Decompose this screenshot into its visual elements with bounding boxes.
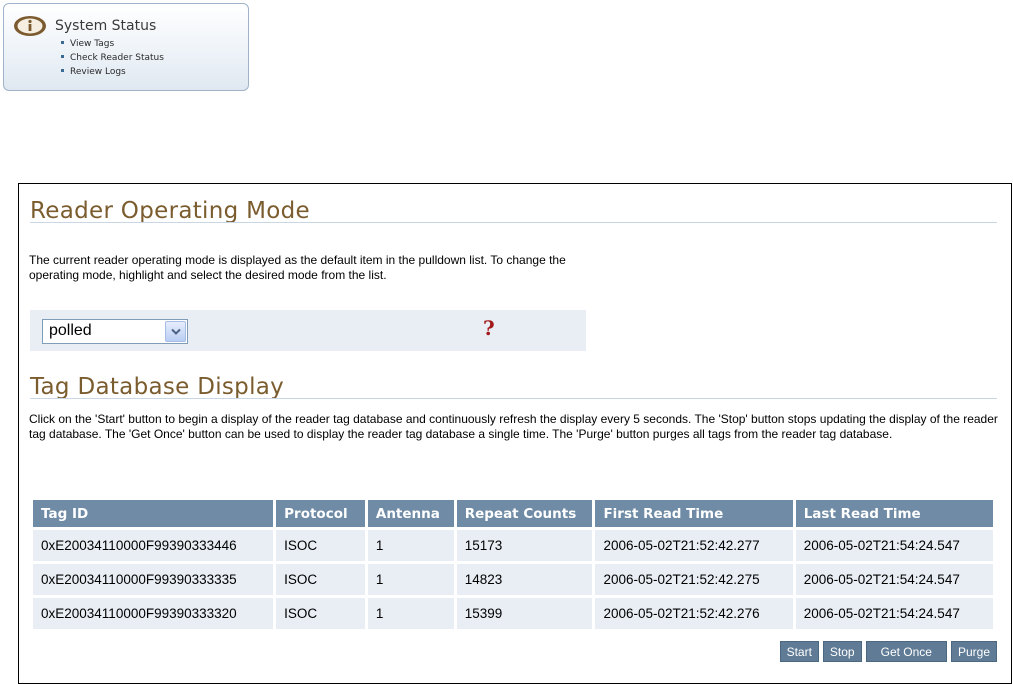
start-button[interactable]: Start	[779, 641, 819, 662]
system-status-panel: System Status View Tags Check Reader Sta…	[3, 3, 249, 91]
cell-antenna: 1	[367, 530, 454, 561]
bullet-icon	[61, 55, 64, 58]
table-row: 0xE20034110000F99390333320 ISOC 1 15399 …	[33, 598, 993, 629]
cell-repeat-counts: 15399	[456, 598, 593, 629]
cell-antenna: 1	[367, 598, 454, 629]
check-reader-status-link-text[interactable]: Check Reader Status	[70, 53, 164, 63]
cell-first-read-time: 2006-05-02T21:52:42.275	[595, 564, 793, 595]
cell-protocol: ISOC	[276, 598, 365, 629]
tag-db-button-row: Start Stop Get Once Purge	[779, 641, 997, 662]
cell-protocol: ISOC	[276, 564, 365, 595]
info-icon	[13, 15, 47, 37]
reader-mode-description: The current reader operating mode is dis…	[29, 253, 566, 282]
tag-db-heading: Tag Database Display	[30, 374, 285, 400]
col-repeat-counts: Repeat Counts	[456, 500, 593, 527]
check-reader-status-link[interactable]: Check Reader Status	[61, 51, 164, 65]
col-first-read-time: First Read Time	[595, 500, 793, 527]
cell-last-read-time: 2006-05-02T21:54:24.547	[795, 530, 993, 561]
cell-tag-id: 0xE20034110000F99390333335	[33, 564, 274, 595]
cell-tag-id: 0xE20034110000F99390333446	[33, 530, 274, 561]
reader-mode-divider	[30, 222, 997, 223]
cell-last-read-time: 2006-05-02T21:54:24.547	[795, 564, 993, 595]
review-logs-link-text[interactable]: Review Logs	[70, 67, 126, 77]
system-status-title: System Status	[55, 18, 157, 34]
operating-mode-value: polled	[49, 322, 92, 339]
cell-repeat-counts: 15173	[456, 530, 593, 561]
reader-mode-heading: Reader Operating Mode	[30, 198, 310, 224]
stop-button[interactable]: Stop	[822, 641, 862, 662]
cell-first-read-time: 2006-05-02T21:52:42.276	[595, 598, 793, 629]
cell-first-read-time: 2006-05-02T21:52:42.277	[595, 530, 793, 561]
cell-tag-id: 0xE20034110000F99390333320	[33, 598, 274, 629]
help-cell: ?	[465, 310, 586, 351]
col-antenna: Antenna	[367, 500, 454, 527]
cell-antenna: 1	[367, 564, 454, 595]
col-protocol: Protocol	[276, 500, 365, 527]
system-status-links: View Tags Check Reader Status Review Log…	[61, 37, 164, 79]
get-once-button[interactable]: Get Once	[865, 641, 947, 662]
chevron-down-icon[interactable]	[165, 321, 186, 342]
operating-mode-select[interactable]: polled	[42, 319, 188, 344]
tag-db-description: Click on the 'Start' button to begin a d…	[29, 412, 998, 441]
bullet-icon	[61, 69, 64, 72]
tag-table: Tag ID Protocol Antenna Repeat Counts Fi…	[30, 497, 996, 632]
table-row: 0xE20034110000F99390333335 ISOC 1 14823 …	[33, 564, 993, 595]
review-logs-link[interactable]: Review Logs	[61, 65, 164, 79]
tag-db-divider	[30, 398, 997, 399]
bullet-icon	[61, 41, 64, 44]
view-tags-link-text[interactable]: View Tags	[70, 39, 114, 49]
cell-last-read-time: 2006-05-02T21:54:24.547	[795, 598, 993, 629]
col-tag-id: Tag ID	[33, 500, 274, 527]
col-last-read-time: Last Read Time	[795, 500, 993, 527]
purge-button[interactable]: Purge	[950, 641, 997, 662]
mode-select-row: polled	[30, 310, 475, 351]
table-row: 0xE20034110000F99390333446 ISOC 1 15173 …	[33, 530, 993, 561]
main-panel: Reader Operating Mode The current reader…	[18, 183, 1012, 684]
help-icon[interactable]: ?	[483, 316, 495, 340]
table-header-row: Tag ID Protocol Antenna Repeat Counts Fi…	[33, 500, 993, 527]
view-tags-link[interactable]: View Tags	[61, 37, 164, 51]
cell-protocol: ISOC	[276, 530, 365, 561]
cell-repeat-counts: 14823	[456, 564, 593, 595]
